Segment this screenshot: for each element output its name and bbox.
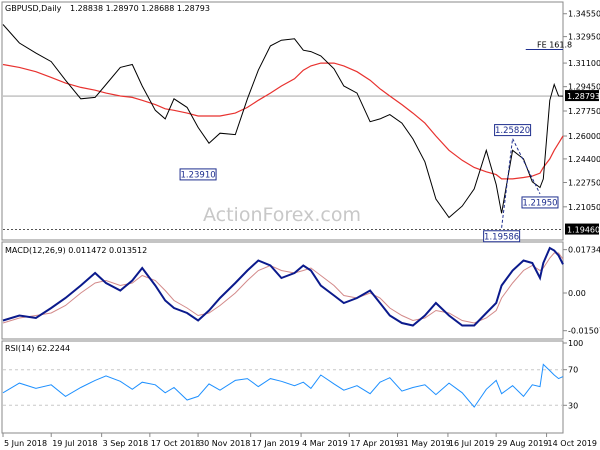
macd-signal-line [2, 252, 564, 324]
price-annotation: 1.25820 [494, 124, 532, 137]
macd-main-line [2, 246, 564, 327]
forex-chart: ActionForex.com GBPUSD,Daily 1.28838 1.2… [1, 1, 600, 448]
rsi-tick-label: 70 [568, 366, 578, 375]
watermark: ActionForex.com [203, 204, 361, 226]
macd-pane [1, 241, 564, 340]
rsi-tick-label: 100 [568, 339, 583, 348]
price-tick-label: 1.34550 [568, 10, 600, 19]
macd-tick-label: -0.015079 [568, 327, 600, 336]
price-line [2, 24, 564, 219]
symbol-label: GBPUSD,Daily [5, 4, 62, 13]
price-annotation-text: 1.25820 [495, 126, 530, 136]
price-tick-label: 1.26000 [568, 132, 600, 141]
price-tick-label: 1.21050 [568, 203, 600, 212]
x-tick-label: 30 Nov 2018 [199, 439, 250, 448]
x-tick-label: 29 Aug 2019 [497, 439, 548, 448]
x-tick-label: 17 Jan 2019 [252, 439, 300, 448]
x-tick-label: 14 Oct 2019 [548, 439, 597, 448]
macd-label: MACD(12,26,9) 0.011472 0.013512 [5, 246, 147, 255]
price-annotation-text: 1.21950 [522, 198, 557, 208]
fib-extension-label: FE 161.8 [537, 40, 572, 49]
x-tick-label: 4 Mar 2019 [302, 439, 348, 448]
x-tick-label: 17 Oct 2018 [151, 439, 200, 448]
price-annotation-text: 1.19586 [484, 232, 519, 242]
x-tick-label: 17 Apr 2019 [350, 439, 399, 448]
rsi-label: RSI(14) 62.2244 [5, 344, 70, 353]
price-annotation: 1.23910 [179, 168, 217, 181]
price-annotation: 1.21950 [521, 196, 559, 209]
price-tick-label: 1.27750 [568, 107, 600, 116]
rsi-tick-label: 30 [568, 401, 578, 410]
x-tick-label: 16 Jul 2019 [449, 439, 494, 448]
price-annotation-text: 1.23910 [180, 170, 215, 180]
macd-tick-label: 0.00 [568, 289, 586, 298]
x-tick-label: 5 Jun 2018 [4, 439, 47, 448]
current-price-tag-text: 1.28793 [567, 92, 600, 101]
macd-tick-label: 0.017346 [568, 246, 600, 255]
support-level-tag: 1.19460 [565, 223, 600, 235]
price-tick-label: 1.22750 [568, 179, 600, 188]
ohlc-label: 1.28838 1.28970 1.28688 1.28793 [70, 4, 210, 13]
rsi-line [2, 363, 564, 408]
rsi-pane [1, 340, 564, 434]
price-annotation: 1.19586 [483, 230, 521, 243]
support-level-tag-text: 1.19460 [567, 226, 600, 235]
price-tick-label: 1.31100 [568, 59, 600, 68]
x-tick-label: 31 May 2019 [399, 439, 451, 448]
price-tick-label: 1.32950 [568, 33, 600, 42]
x-tick-label: 3 Sep 2018 [103, 439, 149, 448]
current-price-tag: 1.28793 [565, 90, 600, 102]
x-tick-label: 19 Jul 2018 [52, 439, 97, 448]
price-tick-label: 1.24400 [568, 155, 600, 164]
moving-average-line [2, 62, 564, 180]
